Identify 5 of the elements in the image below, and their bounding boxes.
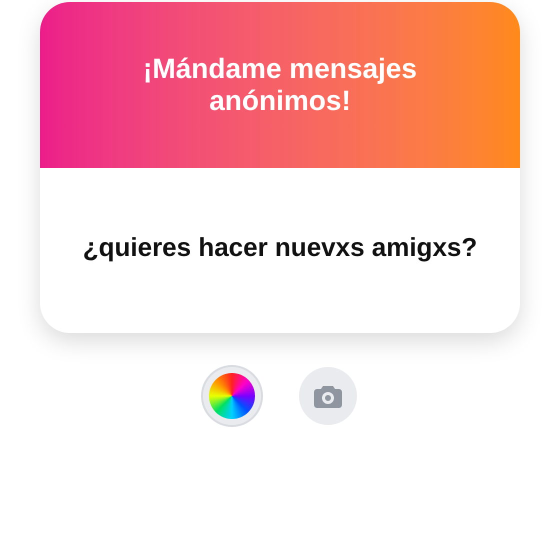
color-wheel-icon bbox=[209, 373, 255, 419]
card-title: ¡Mándame mensajes anónimos! bbox=[142, 53, 418, 117]
camera-icon bbox=[314, 384, 342, 408]
color-picker-button[interactable] bbox=[203, 367, 261, 425]
question-text: ¿quieres hacer nuevxs amigxs? bbox=[82, 230, 478, 264]
